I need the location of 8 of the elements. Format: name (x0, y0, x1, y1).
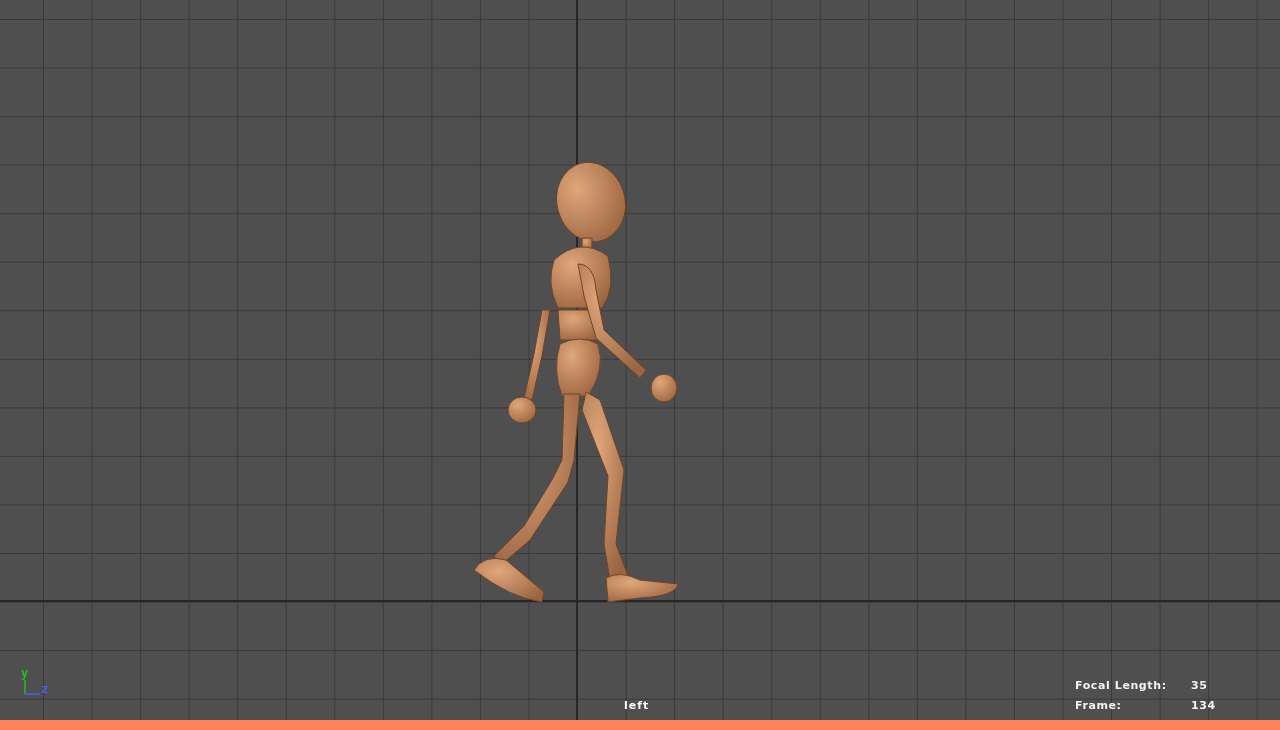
axis-label: y (21, 668, 29, 679)
camera-name: left (624, 699, 650, 712)
hud-value: 35 (1191, 679, 1209, 692)
hud-label: Frame: (1075, 699, 1123, 712)
hud-label: Focal Length: (1075, 679, 1168, 692)
axis-label: z (41, 684, 49, 695)
hud-value: 134 (1191, 699, 1216, 712)
axis-lines-icon (24, 679, 41, 696)
